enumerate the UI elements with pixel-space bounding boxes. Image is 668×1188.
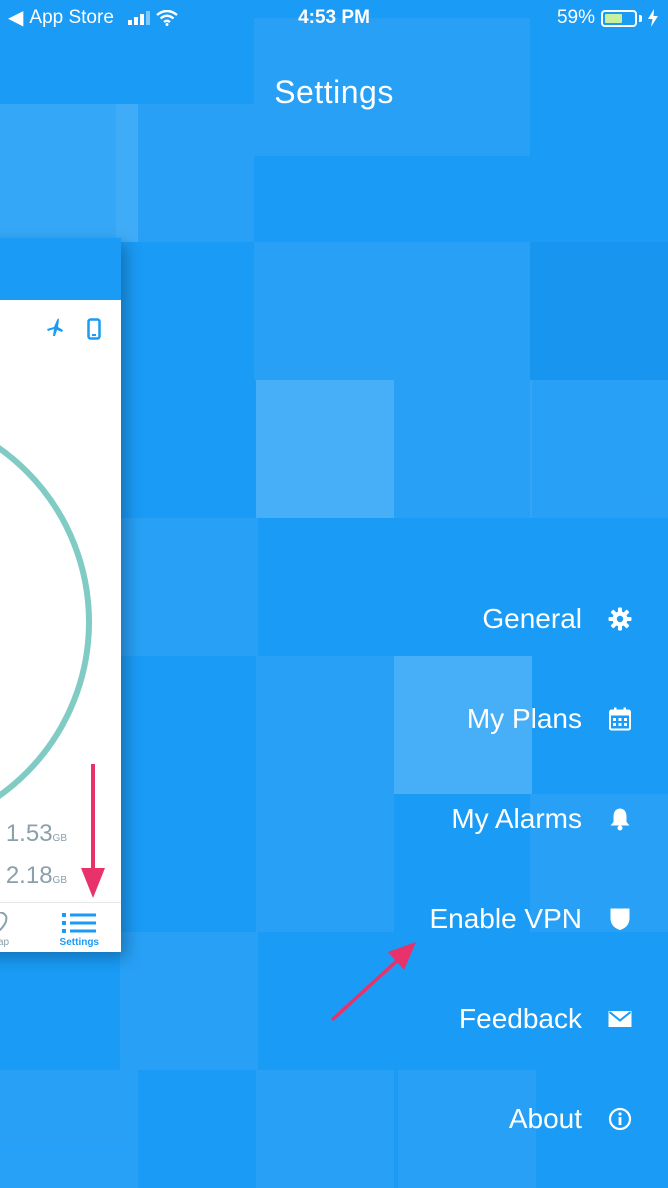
bg-tile xyxy=(0,1070,138,1188)
usage-stat-1-value: 1.53 xyxy=(5,820,53,847)
shield-icon xyxy=(610,908,630,930)
bell-icon xyxy=(610,808,630,831)
bg-tile xyxy=(256,380,394,518)
page-title: Settings xyxy=(274,74,394,110)
usage-stat-2-value: 2.18 xyxy=(5,862,53,889)
envelope-icon xyxy=(608,1011,632,1027)
map-tab-label[interactable]: ap xyxy=(0,937,9,948)
menu-item-about-label: About xyxy=(508,1103,582,1134)
usage-stat-2-unit: GB xyxy=(52,875,67,886)
gear-icon xyxy=(608,607,632,631)
bg-tile xyxy=(120,932,258,1070)
bg-tile xyxy=(392,242,530,380)
preview-header xyxy=(0,238,121,300)
phone-icon[interactable] xyxy=(87,318,101,340)
battery-cap xyxy=(639,14,642,22)
menu-item-enable-vpn[interactable]: Enable VPN xyxy=(268,891,668,947)
bg-tile xyxy=(530,242,668,380)
menu-item-my-alarms-label: My Alarms xyxy=(451,803,582,834)
list-icon[interactable] xyxy=(62,912,96,934)
annotation-arrow-down xyxy=(81,764,105,898)
status-bar-right: 59% xyxy=(557,7,658,29)
charging-bolt-icon xyxy=(648,9,658,27)
settings-tab-label[interactable]: Settings xyxy=(60,937,99,948)
menu-item-about[interactable]: About xyxy=(268,1091,668,1147)
info-icon xyxy=(608,1107,632,1131)
menu-item-general-label: General xyxy=(482,603,582,634)
battery-level xyxy=(605,13,622,23)
airplane-icon[interactable] xyxy=(45,318,65,338)
battery-percentage: 59% xyxy=(556,7,595,28)
calendar-icon xyxy=(609,707,631,731)
usage-stat-1-unit: GB xyxy=(52,833,67,844)
menu-item-feedback-label: Feedback xyxy=(459,1003,582,1034)
menu-item-feedback[interactable]: Feedback xyxy=(268,991,668,1047)
usage-stat-2: 2.18GB xyxy=(6,862,67,890)
bg-tile xyxy=(394,380,532,518)
menu-item-my-plans[interactable]: My Plans xyxy=(268,691,668,747)
bg-tile xyxy=(116,104,254,242)
bg-tile xyxy=(120,518,258,656)
bg-tile xyxy=(254,242,392,380)
preview-tab-bar: ap Settings xyxy=(0,902,121,952)
battery-icon xyxy=(601,9,637,27)
menu-item-enable-vpn-label: Enable VPN xyxy=(429,903,582,934)
map-tab-icon[interactable] xyxy=(0,912,10,932)
status-bar: ◀ App Store 4:53 PM 59% xyxy=(0,0,668,40)
menu-item-general[interactable]: General xyxy=(268,591,668,647)
menu-item-my-plans-label: My Plans xyxy=(466,703,582,734)
menu-item-my-alarms[interactable]: My Alarms xyxy=(268,791,668,847)
preview-icons xyxy=(45,318,101,340)
usage-stat-1: 1.53GB xyxy=(6,820,67,848)
bg-tile xyxy=(530,380,668,518)
